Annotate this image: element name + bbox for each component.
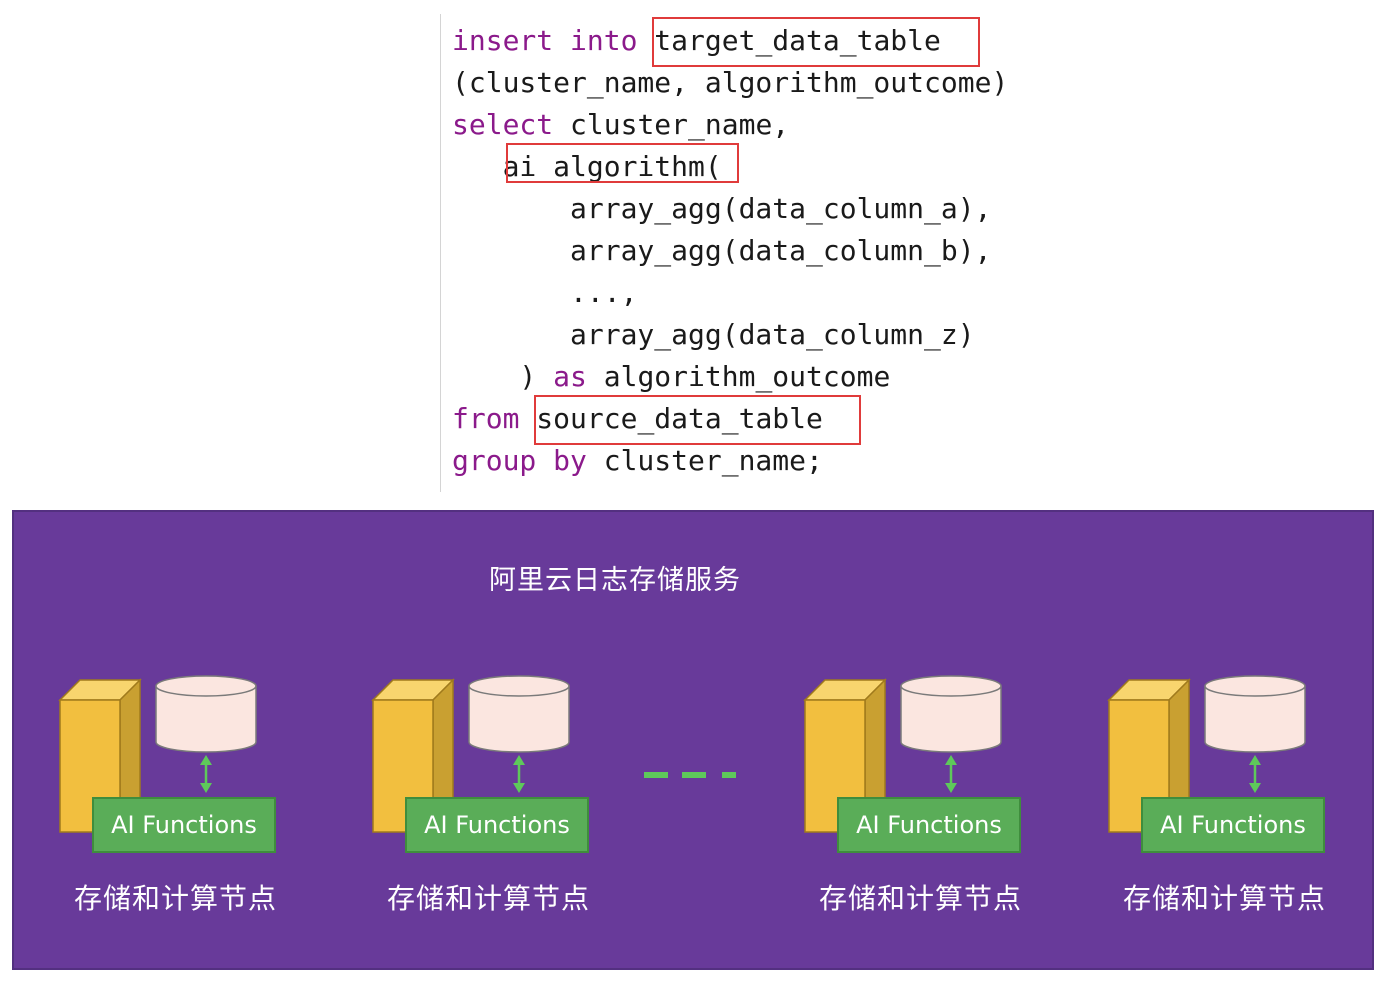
code-text: ...,	[452, 276, 638, 309]
ai-functions-label: AI Functions	[1141, 797, 1325, 853]
code-keyword: insert into	[452, 24, 638, 57]
code-line-10: from source_data_table	[452, 400, 823, 438]
code-text: )	[452, 360, 554, 393]
code-line-1: insert into target_data_table	[452, 22, 941, 60]
ai-functions-label: AI Functions	[92, 797, 276, 853]
code-text: array_agg(data_column_b),	[452, 234, 992, 267]
code-keyword: group by	[452, 444, 587, 477]
storage-compute-node: AI Functions 存储和计算节点	[58, 672, 358, 942]
ai-functions-label: AI Functions	[837, 797, 1021, 853]
log-service-panel: 阿里云日志存储服务 AI Functions 存储和计算节点 AI Functi…	[12, 510, 1374, 970]
code-text: cluster_name;	[586, 444, 823, 477]
code-line-9: ) as algorithm_outcome	[452, 358, 890, 396]
code-text: array_agg(data_column_z)	[452, 318, 975, 351]
storage-compute-node: AI Functions 存储和计算节点	[1107, 672, 1386, 942]
code-line-2: (cluster_name, algorithm_outcome)	[452, 64, 1008, 102]
storage-compute-node: AI Functions 存储和计算节点	[371, 672, 671, 942]
ai-functions-label: AI Functions	[405, 797, 589, 853]
code-line-11: group by cluster_name;	[452, 442, 823, 480]
code-line-4: ai_algorithm(	[452, 148, 722, 186]
code-text: ai_algorithm(	[452, 150, 722, 183]
code-text: source_data_table	[519, 402, 823, 435]
node-label: 存储和计算节点	[387, 882, 591, 915]
code-line-5: array_agg(data_column_a),	[452, 190, 991, 228]
code-text: (cluster_name, algorithm_outcome)	[452, 66, 1009, 99]
node-label: 存储和计算节点	[74, 882, 278, 915]
code-text: algorithm_outcome	[586, 360, 891, 393]
sql-code-block: insert into target_data_table (cluster_n…	[440, 14, 1061, 492]
node-label: 存储和计算节点	[819, 882, 1023, 915]
code-keyword: from	[452, 402, 520, 435]
storage-compute-node: AI Functions 存储和计算节点	[803, 672, 1103, 942]
code-text: cluster_name,	[553, 108, 790, 141]
code-text: array_agg(data_column_a),	[452, 192, 992, 225]
code-line-6: array_agg(data_column_b),	[452, 232, 991, 270]
code-line-8: array_agg(data_column_z)	[452, 316, 975, 354]
code-keyword: select	[452, 108, 554, 141]
service-title: 阿里云日志存储服务	[489, 565, 741, 596]
code-line-3: select cluster_name,	[452, 106, 789, 144]
code-line-7: ...,	[452, 274, 637, 312]
ellipsis-dashes-icon	[644, 772, 736, 778]
code-text: target_data_table	[637, 24, 941, 57]
code-keyword: as	[553, 360, 587, 393]
node-label: 存储和计算节点	[1123, 882, 1327, 915]
